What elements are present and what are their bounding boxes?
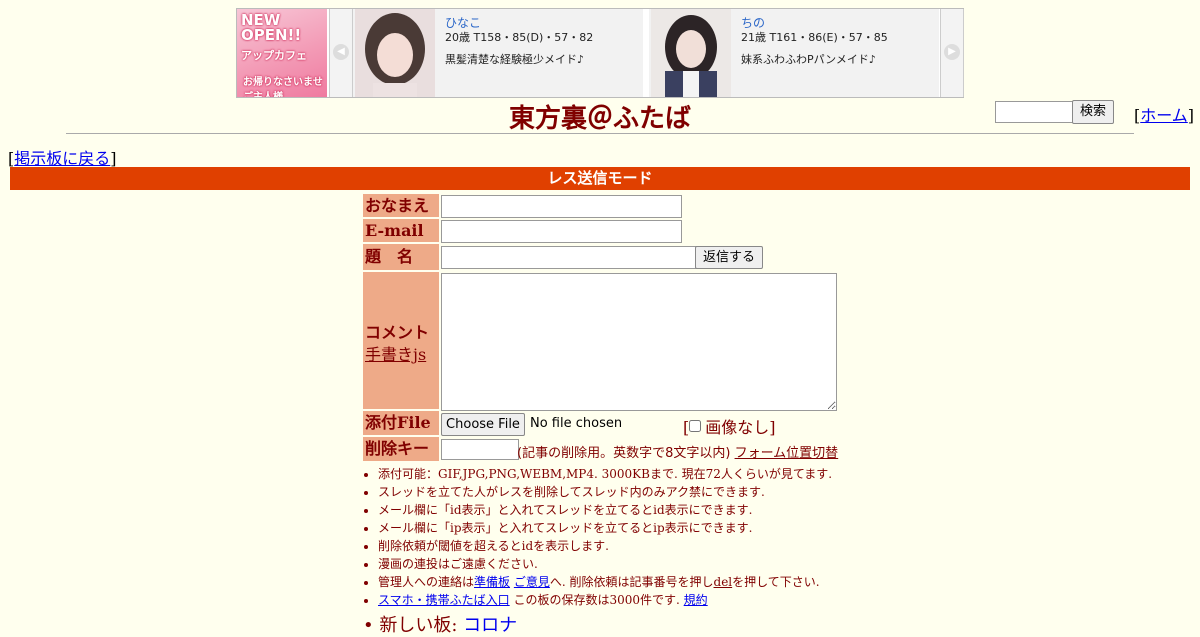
chevron-left-icon: ◀ <box>333 44 349 60</box>
bracket-close: ] <box>110 149 117 168</box>
chevron-right-icon: ▶ <box>944 44 960 60</box>
search-input[interactable] <box>995 101 1075 123</box>
home-link[interactable]: ホーム <box>1140 106 1188 125</box>
ad-image[interactable]: NEW OPEN!! アップカフェ お帰りなさいませご主人様 <box>237 9 327 97</box>
rules-link[interactable]: 規約 <box>684 593 708 607</box>
list-item: スレッドを立てた人がレスを削除してスレッド内のみアク禁にできます. <box>378 483 832 501</box>
file-status: No file chosen <box>530 416 623 431</box>
form-position-toggle-link[interactable]: フォーム位置切替 <box>735 446 839 461</box>
ad-text-greeting: お帰りなさいませご主人様 <box>243 77 323 97</box>
new-board-notice: • 新しい板: コロナ <box>363 615 518 636</box>
subject-field[interactable] <box>441 246 699 269</box>
file-label: 添付File <box>363 411 439 435</box>
ad-text-cafe: アップカフェ <box>241 49 307 62</box>
divider <box>66 133 1134 134</box>
back-link-wrapper: [掲示板に戻る] <box>8 145 117 169</box>
home-link-wrapper: [ホーム] <box>1134 102 1194 126</box>
feedback-link[interactable]: ご意見 <box>514 575 550 589</box>
search-button[interactable]: 検索 <box>1072 100 1114 124</box>
banner-next-button[interactable]: ▶ <box>940 9 964 97</box>
subject-label: 題 名 <box>363 244 439 270</box>
reply-mode-bar: レス送信モード <box>10 167 1190 190</box>
note-text: この板の保存数は3000件です. <box>513 593 680 607</box>
banner-card[interactable]: ちの 21歳 T161・86(E)・57・85 妹系ふわふわPパンメイド♪ <box>649 9 939 97</box>
banner-card[interactable]: ひなこ 20歳 T158・85(D)・57・82 黒髪清楚な経験極少メイド♪ <box>353 9 643 97</box>
note-text: 管理人への連絡は <box>378 575 475 589</box>
card-description: 黒髪清楚な経験極少メイド♪ <box>445 53 585 66</box>
submit-reply-button[interactable]: 返信する <box>695 246 763 269</box>
no-image-option: [画像なし] <box>683 414 776 438</box>
note-text: へ. 削除依頼は記事番号を押し <box>549 575 714 589</box>
handwriting-link[interactable]: 手書きjs <box>365 341 426 365</box>
list-item: メール欄に「id表示」と入れてスレッドを立てるとid表示にできます. <box>378 501 832 519</box>
card-stats: 21歳 T161・86(E)・57・85 <box>741 31 888 44</box>
email-field[interactable] <box>441 220 682 243</box>
banner-prev-button[interactable]: ◀ <box>329 9 353 97</box>
comment-label-cell: コメント 手書きjs <box>363 272 439 409</box>
bracket-close: ] <box>1187 106 1195 125</box>
delete-key-hint: (記事の削除用。英数字で8文字以内) <box>517 446 731 461</box>
ad-banner[interactable]: NEW OPEN!! アップカフェ お帰りなさいませご主人様 ◀ ひなこ 20歳… <box>236 8 964 98</box>
new-board-label: 新しい板: <box>379 615 458 636</box>
delete-key-note: (記事の削除用。英数字で8文字以内) フォーム位置切替 <box>517 442 838 461</box>
del-link[interactable]: del <box>714 575 733 589</box>
ad-text-new-open: NEW OPEN!! <box>241 11 302 44</box>
list-item: 添付可能：GIF,JPG,PNG,WEBM,MP4. 3000KBまで. 現在7… <box>378 465 832 483</box>
prep-board-link[interactable]: 準備板 <box>474 575 510 589</box>
email-label: E-mail <box>363 219 439 242</box>
note-text: を押して下さい. <box>732 575 820 589</box>
mobile-entry-link[interactable]: スマホ・携帯ふたば入口 <box>378 593 510 607</box>
list-item: 漫画の連投はご遠慮ください. <box>378 555 832 573</box>
name-label: おなまえ <box>363 194 439 217</box>
list-item: 管理人への連絡は準備板 ご意見へ. 削除依頼は記事番号を押しdelを押して下さい… <box>378 573 832 591</box>
card-stats: 20歳 T158・85(D)・57・82 <box>445 31 594 44</box>
choose-file-button[interactable]: Choose File <box>441 413 525 436</box>
card-description: 妹系ふわふわPパンメイド♪ <box>741 53 876 66</box>
profile-photo <box>651 9 731 97</box>
comment-label: コメント <box>365 323 430 342</box>
profile-photo <box>355 9 435 97</box>
list-item: 削除依頼が閾値を超えるとidを表示します. <box>378 537 832 555</box>
list-item: メール欄に「ip表示」と入れてスレッドを立てるとip表示にできます. <box>378 519 832 537</box>
name-field[interactable] <box>441 195 682 218</box>
bracket-close: ] <box>769 418 776 437</box>
new-board-link[interactable]: コロナ <box>463 615 517 636</box>
back-to-board-link[interactable]: 掲示板に戻る <box>14 149 110 168</box>
delete-key-field[interactable] <box>441 439 519 460</box>
no-image-label: 画像なし <box>705 418 770 437</box>
delete-key-label: 削除キー <box>363 437 439 461</box>
comment-textarea[interactable] <box>441 273 837 411</box>
no-image-checkbox[interactable] <box>689 420 702 432</box>
list-item: スマホ・携帯ふたば入口 この板の保存数は3000件です. 規約 <box>378 591 832 609</box>
notes-list: 添付可能：GIF,JPG,PNG,WEBM,MP4. 3000KBまで. 現在7… <box>363 465 832 609</box>
